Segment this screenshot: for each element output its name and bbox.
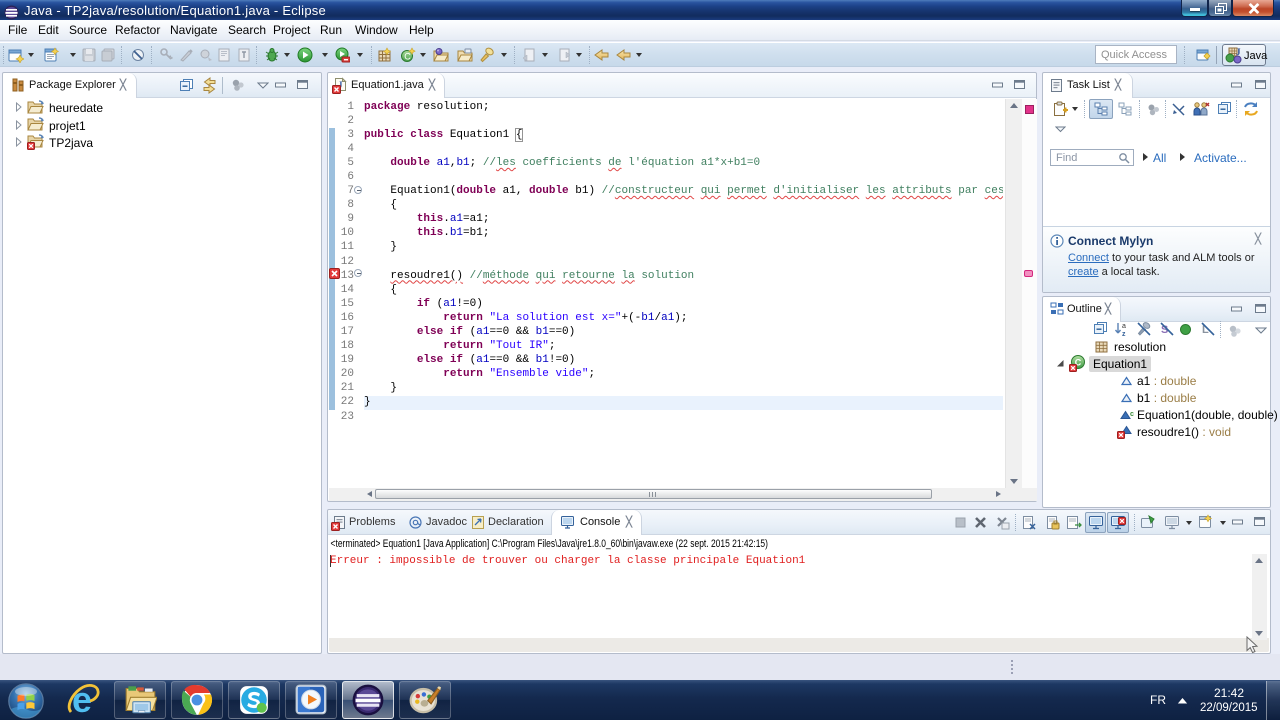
svg-text:c: c: [1130, 411, 1134, 418]
svg-text:a: a: [1122, 323, 1126, 330]
svg-text:z: z: [1122, 331, 1126, 337]
svg-text:C: C: [404, 51, 411, 61]
svg-text:J: J: [1236, 47, 1241, 57]
